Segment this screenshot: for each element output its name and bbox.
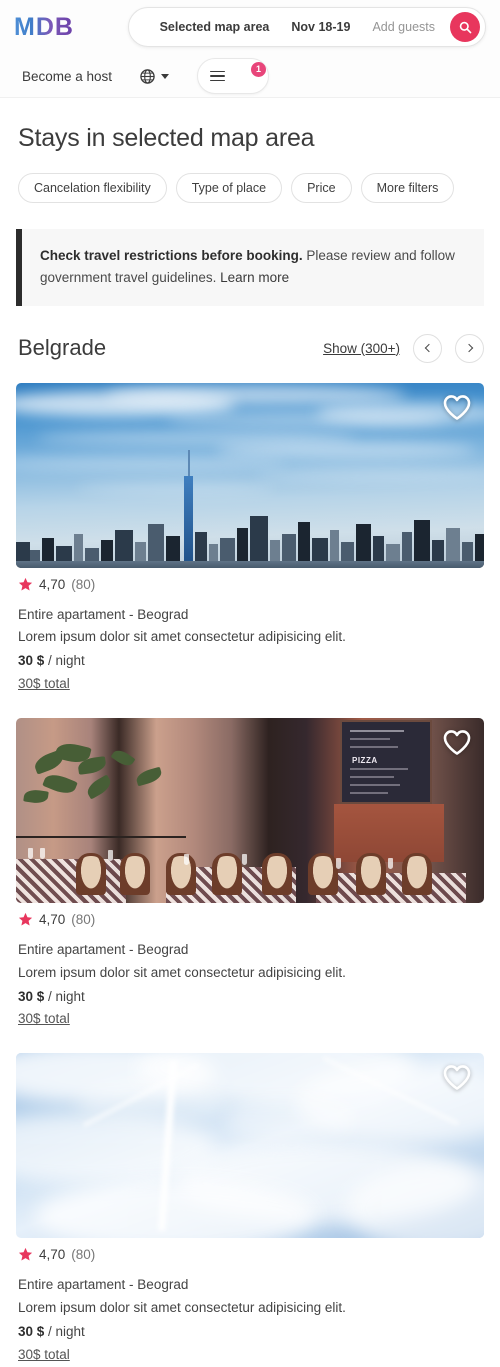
listing-total-link[interactable]: 30$ total [18, 673, 70, 696]
listing-image-sky[interactable] [16, 1053, 484, 1239]
listing-description: Lorem ipsum dolor sit amet consectetur a… [18, 964, 346, 980]
rating-value: 4,70 [39, 911, 66, 927]
listing-description: Lorem ipsum dolor sit amet consectetur a… [18, 1300, 346, 1316]
travel-restrictions-alert: Check travel restrictions before booking… [16, 229, 484, 306]
listing-price: 30 $ / night [18, 1320, 484, 1344]
menu-board: PIZZA [340, 719, 432, 804]
star-icon [18, 912, 33, 926]
price-unit: / night [44, 988, 85, 1004]
chevron-right-icon [464, 343, 473, 353]
filter-bar: Cancelation flexibility Type of place Pr… [16, 173, 484, 203]
city-section-header: Belgrade Show (300+) [16, 333, 484, 363]
listing-body: Entire apartament - Beograd Lorem ipsum … [16, 939, 484, 1031]
chevron-down-icon [161, 73, 170, 79]
review-count: (80) [71, 576, 96, 592]
price-unit: / night [44, 1324, 85, 1340]
listing-body: Entire apartament - Beograd Lorem ipsum … [16, 1274, 484, 1366]
search-icon [459, 21, 471, 33]
price-amount: 30 $ [18, 988, 45, 1004]
alert-learn-more-link[interactable]: Learn more [220, 270, 289, 285]
listing-total-link[interactable]: 30$ total [18, 1008, 70, 1031]
avatar-with-badge[interactable]: 1 [235, 62, 267, 88]
hamburger-icon [210, 70, 226, 82]
app-header: MDB Selected map area Nov 18-19 Add gues… [0, 0, 500, 98]
listing-rating: 4,70 (80) [16, 912, 484, 927]
star-icon [18, 577, 33, 591]
listing-body: Entire apartament - Beograd Lorem ipsum … [16, 604, 484, 696]
listing-description: Lorem ipsum dolor sit amet consectetur a… [18, 629, 346, 645]
price-amount: 30 $ [18, 1324, 45, 1340]
price-amount: 30 $ [18, 653, 45, 669]
listing-image-cafe[interactable]: PIZZA [16, 717, 484, 903]
review-count: (80) [71, 1247, 96, 1263]
page-title: Stays in selected map area [18, 124, 315, 152]
become-a-host-link[interactable]: Become a host [14, 63, 120, 90]
image-new-york-skyline [16, 382, 484, 568]
carousel-prev-button[interactable] [413, 333, 442, 363]
listing-image-skyline[interactable] [16, 382, 484, 568]
search-bar[interactable]: Selected map area Nov 18-19 Add guests [127, 7, 486, 47]
favorite-heart-button[interactable] [442, 394, 472, 421]
section-actions: Show (300+) [323, 333, 484, 363]
listing-card[interactable]: PIZZA 4,70 (80) Entire apartament - Beog… [16, 717, 484, 1031]
listing-title: Entire apartament - Beograd [18, 606, 189, 622]
rating-value: 4,70 [39, 1247, 66, 1263]
filter-cancelation-flexibility[interactable]: Cancelation flexibility [18, 173, 167, 203]
filter-price[interactable]: Price [291, 173, 352, 203]
filter-more-filters[interactable]: More filters [360, 173, 455, 203]
heart-icon [443, 730, 471, 755]
globe-icon [140, 68, 155, 84]
carousel-next-button[interactable] [455, 333, 484, 363]
listing-rating: 4,70 (80) [16, 1247, 484, 1262]
show-all-link[interactable]: Show (300+) [323, 341, 400, 356]
search-guests[interactable]: Add guests [361, 20, 446, 34]
search-dates[interactable]: Nov 18-19 [280, 20, 361, 34]
image-italian-cafe: PIZZA [16, 717, 484, 903]
favorite-heart-button[interactable] [442, 729, 472, 756]
heart-icon [443, 394, 471, 420]
language-selector[interactable] [140, 68, 170, 84]
main-content: Stays in selected map area Cancelation f… [0, 124, 500, 1367]
listing-list: 4,70 (80) Entire apartament - Beograd Lo… [16, 382, 484, 1367]
filter-type-of-place[interactable]: Type of place [175, 173, 283, 203]
city-title: Belgrade [18, 335, 107, 361]
listing-price: 30 $ / night [18, 985, 484, 1009]
user-menu-button[interactable]: 1 [197, 58, 270, 94]
chevron-left-icon [424, 343, 433, 353]
search-location[interactable]: Selected map area [149, 20, 281, 34]
notification-badge: 1 [251, 62, 267, 77]
listing-total-link[interactable]: 30$ total [18, 1344, 70, 1367]
star-icon [18, 1248, 33, 1261]
review-count: (80) [71, 911, 96, 927]
heart-icon [443, 1065, 471, 1091]
header-bottom-row: Become a host 1 [0, 54, 500, 98]
listing-title: Entire apartament - Beograd [18, 1277, 189, 1293]
listing-card[interactable]: 4,70 (80) Entire apartament - Beograd Lo… [16, 1053, 484, 1366]
header-top-row: MDB Selected map area Nov 18-19 Add gues… [0, 0, 500, 54]
search-button[interactable] [450, 12, 480, 42]
alert-strong-text: Check travel restrictions before booking… [40, 248, 303, 263]
listing-title: Entire apartament - Beograd [18, 941, 189, 957]
listing-price: 30 $ / night [18, 649, 484, 673]
listing-card[interactable]: 4,70 (80) Entire apartament - Beograd Lo… [16, 382, 484, 696]
favorite-heart-button[interactable] [442, 1064, 472, 1091]
price-unit: / night [44, 653, 85, 669]
listing-rating: 4,70 (80) [16, 577, 484, 592]
image-cloudy-sky [16, 1053, 484, 1239]
rating-value: 4,70 [39, 576, 66, 592]
mdb-logo[interactable]: MDB [14, 14, 74, 40]
